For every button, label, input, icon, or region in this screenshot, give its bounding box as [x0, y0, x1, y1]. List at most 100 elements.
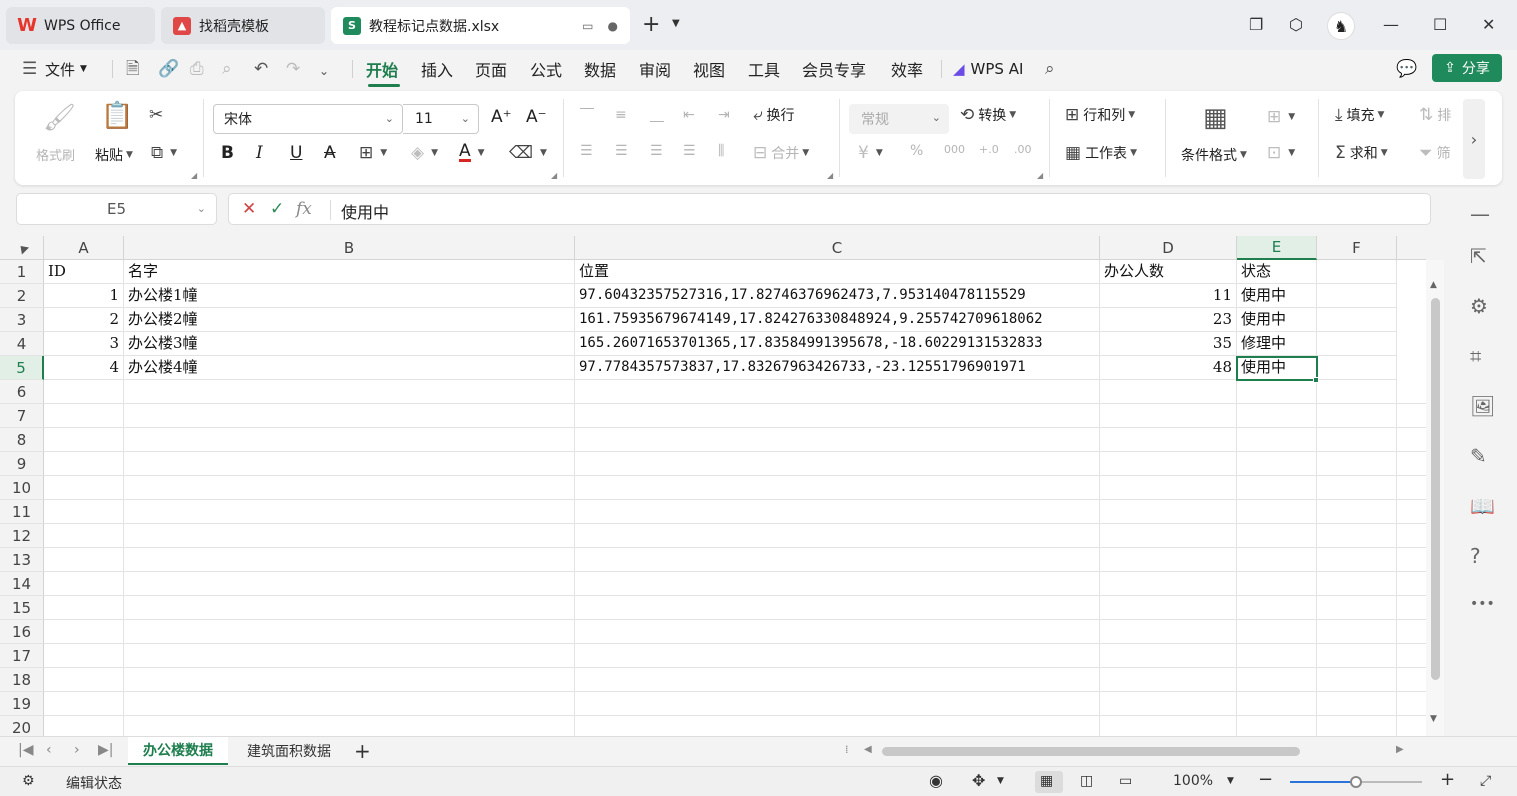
row-header[interactable]: 6	[0, 380, 44, 404]
splitter-icon[interactable]: ⁞	[845, 743, 849, 756]
justify-icon[interactable]: ☰	[683, 143, 696, 159]
cell-c4[interactable]: 165.26071653701365,17.83584991395678,-18…	[575, 332, 1100, 356]
close-icon[interactable]: ✕	[1482, 13, 1495, 37]
more-icon[interactable]: •••	[1470, 593, 1495, 615]
print-icon[interactable]: ⎙	[190, 59, 204, 79]
collapse-icon[interactable]: —	[1470, 203, 1490, 225]
chevron-down-icon[interactable]: ▼	[997, 776, 1004, 786]
tab-page[interactable]: 页面	[475, 50, 507, 88]
column-header-e[interactable]: E	[1237, 236, 1317, 260]
tab-data[interactable]: 数据	[584, 50, 616, 88]
number-format-select[interactable]: 常规 ⌄	[849, 104, 949, 134]
chevron-down-icon[interactable]: ▼	[1227, 776, 1234, 786]
cell-a4[interactable]: 3	[44, 332, 124, 356]
zoom-slider-knob[interactable]	[1350, 776, 1362, 788]
cell-f1[interactable]	[1317, 260, 1397, 284]
italic-icon[interactable]: I	[256, 143, 263, 163]
increase-font-icon[interactable]: A⁺	[491, 107, 512, 127]
paste-button[interactable]: 粘贴 ▼	[95, 145, 133, 165]
column-header-b[interactable]: B	[124, 236, 575, 260]
chevron-down-icon[interactable]: ⌄	[319, 61, 329, 81]
column-header-f[interactable]: F	[1317, 236, 1397, 260]
cell-d5[interactable]: 48	[1100, 356, 1237, 380]
tab-efficiency[interactable]: 效率	[891, 50, 923, 88]
cell-c2[interactable]: 97.60432357527316,17.82746376962473,7.95…	[575, 284, 1100, 308]
row-header[interactable]: 9	[0, 452, 44, 476]
new-tab-plus-icon[interactable]: +	[642, 14, 660, 36]
increase-indent-icon[interactable]: ⇥	[718, 107, 730, 123]
print-preview-icon[interactable]: ⌕	[222, 59, 232, 79]
cell-f4[interactable]	[1317, 332, 1397, 356]
row-header[interactable]: 13	[0, 548, 44, 572]
bold-icon[interactable]: B	[221, 143, 234, 163]
row-header[interactable]: 16	[0, 620, 44, 644]
underline-icon[interactable]: U	[290, 143, 302, 163]
ribbon-scroll-right[interactable]: ›	[1463, 99, 1485, 179]
add-sheet-icon[interactable]: +	[354, 739, 371, 763]
avatar[interactable]: ♞	[1327, 12, 1355, 40]
page-break-view-icon[interactable]: ◫	[1080, 773, 1093, 789]
scroll-right-icon[interactable]: ▶	[1396, 744, 1404, 755]
sum-button[interactable]: Σ 求和 ▼	[1335, 143, 1388, 163]
cell-f3[interactable]	[1317, 308, 1397, 332]
scroll-down-icon[interactable]: ▼	[1430, 714, 1437, 724]
row-header[interactable]: 8	[0, 428, 44, 452]
cursor-icon[interactable]: ⇱	[1470, 245, 1487, 267]
cell-b4[interactable]: 办公楼3幢	[124, 332, 575, 356]
normal-view-icon[interactable]: ▦	[1040, 773, 1053, 789]
unsaved-dot-icon[interactable]: ●	[608, 19, 618, 33]
align-bottom-icon[interactable]: ⎽	[650, 107, 664, 123]
maximize-icon[interactable]: ☐	[1433, 13, 1447, 37]
hamburger-menu-icon[interactable]: ☰	[22, 59, 37, 79]
copy-button[interactable]: ⧉ ▼	[151, 143, 177, 163]
row-header[interactable]: 15	[0, 596, 44, 620]
chat-icon[interactable]: 💬	[1396, 59, 1417, 79]
convert-button[interactable]: ⟲ 转换 ▼	[960, 105, 1016, 125]
dialog-launcher-icon[interactable]: ◢	[827, 171, 833, 180]
cell-f2[interactable]	[1317, 284, 1397, 308]
cell-a2[interactable]: 1	[44, 284, 124, 308]
scroll-up-icon[interactable]: ▲	[1430, 280, 1437, 290]
row-header[interactable]: 2	[0, 284, 44, 308]
row-header[interactable]: 5	[0, 356, 44, 380]
align-top-icon[interactable]: ⎺	[580, 107, 594, 123]
cell-f5[interactable]	[1317, 356, 1397, 380]
worksheet-button[interactable]: ▦ 工作表 ▼	[1065, 143, 1137, 163]
format-painter-button[interactable]: 格式刷	[36, 145, 75, 164]
cell-b5[interactable]: 办公楼4幢	[124, 356, 575, 380]
tab-review[interactable]: 审阅	[639, 50, 671, 88]
fill-button[interactable]: ⤓ 填充 ▼	[1335, 105, 1384, 125]
settings-sliders-icon[interactable]: ⚙	[1470, 295, 1488, 317]
link-icon[interactable]: 🔗	[158, 59, 179, 79]
cell-b1[interactable]: 名字	[124, 260, 575, 284]
zoom-out-icon[interactable]: −	[1258, 769, 1273, 790]
row-header[interactable]: 4	[0, 332, 44, 356]
cell-e3[interactable]: 使用中	[1237, 308, 1317, 332]
tab-view[interactable]: 视图	[693, 50, 725, 88]
sort-button[interactable]: ⇅ 排	[1419, 105, 1451, 125]
fill-color-button[interactable]: ◈ ▼	[411, 143, 438, 163]
cell-b2[interactable]: 办公楼1幢	[124, 284, 575, 308]
tab-tools[interactable]: 工具	[748, 50, 780, 88]
font-name-select[interactable]: 宋体 ⌄	[213, 104, 403, 134]
tab-formula[interactable]: 公式	[530, 50, 562, 88]
chevron-down-icon[interactable]: ⌄	[197, 202, 206, 215]
table-style-button[interactable]: ⊞ ▼	[1267, 107, 1295, 127]
paste-icon[interactable]: 📋	[101, 101, 133, 131]
cube-icon[interactable]: ⬡	[1289, 13, 1303, 37]
undo-icon[interactable]: ↶	[254, 59, 268, 79]
percent-icon[interactable]: %	[910, 143, 923, 159]
cell-d4[interactable]: 35	[1100, 332, 1237, 356]
column-header-c[interactable]: C	[575, 236, 1100, 260]
sheet-tab-office-buildings[interactable]: 办公楼数据	[128, 737, 228, 765]
column-header-a[interactable]: A	[44, 236, 124, 260]
scrollbar-thumb[interactable]	[1431, 298, 1440, 680]
redo-icon[interactable]: ↷	[286, 59, 300, 79]
sheet-tab-building-area[interactable]: 建筑面积数据	[236, 737, 342, 765]
cell-e5[interactable]: 使用中	[1237, 356, 1317, 380]
cell-e4[interactable]: 修理中	[1237, 332, 1317, 356]
cell-d3[interactable]: 23	[1100, 308, 1237, 332]
thousands-icon[interactable]: 000	[944, 143, 965, 156]
row-header[interactable]: 7	[0, 404, 44, 428]
font-color-button[interactable]: A ▼	[459, 143, 485, 162]
